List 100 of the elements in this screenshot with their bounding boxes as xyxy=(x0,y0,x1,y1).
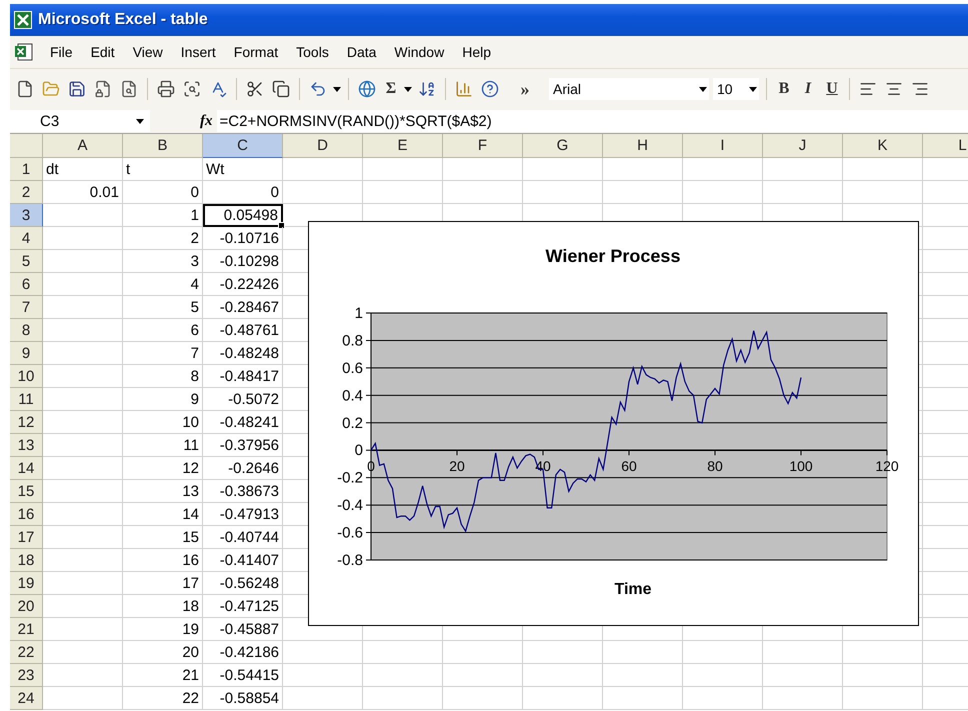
row-header[interactable]: 7 xyxy=(10,296,43,319)
row-header[interactable]: 21 xyxy=(10,618,43,641)
caret-icon[interactable] xyxy=(333,86,341,92)
row-header[interactable]: 6 xyxy=(10,273,43,296)
table-cell[interactable]: 13 xyxy=(123,480,203,503)
row-header[interactable]: 24 xyxy=(10,687,43,710)
globe-icon[interactable] xyxy=(356,78,378,100)
table-cell[interactable]: 21 xyxy=(123,664,203,687)
table-cell[interactable]: -0.2646 xyxy=(203,457,283,480)
column-header[interactable]: A xyxy=(43,134,123,158)
table-cell[interactable]: -0.56248 xyxy=(203,572,283,595)
font-field[interactable]: Arial xyxy=(549,78,709,100)
table-cell[interactable]: -0.28467 xyxy=(203,296,283,319)
menu-item[interactable]: Tools xyxy=(294,42,331,62)
table-cell[interactable]: 10 xyxy=(123,411,203,434)
column-header[interactable]: B xyxy=(123,134,203,158)
toolbar-overflow-button[interactable]: » xyxy=(505,78,545,100)
column-header[interactable]: I xyxy=(683,134,763,158)
bold-button[interactable]: B xyxy=(774,78,794,100)
table-cell[interactable]: -0.48761 xyxy=(203,319,283,342)
table-cell[interactable]: 7 xyxy=(123,342,203,365)
table-cell[interactable]: 5 xyxy=(123,296,203,319)
table-cell[interactable]: 0 xyxy=(123,181,203,204)
row-header[interactable]: 13 xyxy=(10,434,43,457)
column-header[interactable]: D xyxy=(283,134,363,158)
table-cell[interactable]: -0.41407 xyxy=(203,549,283,572)
column-header[interactable]: E xyxy=(363,134,443,158)
table-cell[interactable]: 0 xyxy=(203,181,283,204)
table-cell[interactable]: 2 xyxy=(123,227,203,250)
column-header[interactable]: H xyxy=(603,134,683,158)
table-cell[interactable]: -0.48241 xyxy=(203,411,283,434)
caret-icon[interactable] xyxy=(749,86,757,92)
autosum-button[interactable]: Σ xyxy=(382,78,400,100)
table-cell[interactable]: -0.45887 xyxy=(203,618,283,641)
row-header[interactable]: 12 xyxy=(10,411,43,434)
row-header[interactable]: 1 xyxy=(10,158,43,181)
table-cell[interactable]: 22 xyxy=(123,687,203,710)
table-cell[interactable]: -0.40744 xyxy=(203,526,283,549)
table-cell[interactable]: -0.42186 xyxy=(203,641,283,664)
row-header[interactable]: 15 xyxy=(10,480,43,503)
column-header[interactable]: F xyxy=(443,134,523,158)
table-cell[interactable]: 19 xyxy=(123,618,203,641)
table-cell[interactable]: 4 xyxy=(123,273,203,296)
caret-icon[interactable] xyxy=(136,118,144,124)
table-cell[interactable]: -0.5072 xyxy=(203,388,283,411)
table-cell[interactable]: 9 xyxy=(123,388,203,411)
table-cell[interactable]: 11 xyxy=(123,434,203,457)
formula-field[interactable]: =C2+NORMSINV(RAND())*SQRT($A$2) xyxy=(216,110,968,132)
table-cell[interactable]: dt xyxy=(43,158,123,181)
column-header[interactable]: J xyxy=(763,134,843,158)
table-cell[interactable]: 8 xyxy=(123,365,203,388)
column-header[interactable]: K xyxy=(843,134,923,158)
row-header[interactable]: 20 xyxy=(10,595,43,618)
table-cell[interactable]: -0.47125 xyxy=(203,595,283,618)
row-header[interactable]: 18 xyxy=(10,549,43,572)
menu-item[interactable]: Window xyxy=(392,42,446,62)
table-cell[interactable]: Wt xyxy=(203,158,283,181)
underline-button[interactable]: U xyxy=(822,78,842,100)
name-box[interactable]: C3 xyxy=(10,110,150,132)
row-header[interactable]: 16 xyxy=(10,503,43,526)
column-header[interactable]: C xyxy=(203,134,283,158)
table-cell[interactable]: 0.01 xyxy=(43,181,123,204)
help-icon[interactable] xyxy=(479,78,501,100)
row-header[interactable]: 11 xyxy=(10,388,43,411)
row-header[interactable]: 8 xyxy=(10,319,43,342)
row-header[interactable]: 23 xyxy=(10,664,43,687)
table-cell[interactable]: -0.10716 xyxy=(203,227,283,250)
table-cell[interactable]: -0.38673 xyxy=(203,480,283,503)
table-cell[interactable]: 15 xyxy=(123,526,203,549)
caret-icon[interactable] xyxy=(404,86,412,92)
table-cell[interactable]: 18 xyxy=(123,595,203,618)
row-header[interactable]: 19 xyxy=(10,572,43,595)
italic-button[interactable]: I xyxy=(798,78,818,100)
column-header[interactable]: G xyxy=(523,134,603,158)
insert-function-button[interactable]: fx xyxy=(200,112,212,130)
table-cell[interactable]: 17 xyxy=(123,572,203,595)
menu-item[interactable]: File xyxy=(48,42,75,62)
table-cell[interactable]: -0.37956 xyxy=(203,434,283,457)
table-cell[interactable]: -0.54415 xyxy=(203,664,283,687)
table-cell[interactable]: -0.22426 xyxy=(203,273,283,296)
menu-item[interactable]: Insert xyxy=(178,42,218,62)
table-cell[interactable]: 14 xyxy=(123,503,203,526)
menu-item[interactable]: Format xyxy=(232,42,280,62)
menu-item[interactable]: Edit xyxy=(88,42,117,62)
row-header[interactable]: 10 xyxy=(10,365,43,388)
row-header[interactable]: 22 xyxy=(10,641,43,664)
table-cell[interactable]: 6 xyxy=(123,319,203,342)
row-header[interactable]: 5 xyxy=(10,250,43,273)
column-header[interactable]: L xyxy=(923,134,968,158)
table-cell[interactable]: 1 xyxy=(123,204,203,227)
font-size-field[interactable]: 10 xyxy=(713,78,759,100)
row-header[interactable]: 2 xyxy=(10,181,43,204)
menu-item[interactable]: Help xyxy=(460,42,493,62)
menu-item[interactable]: Data xyxy=(344,42,378,62)
table-cell[interactable]: -0.58854 xyxy=(203,687,283,710)
table-cell[interactable]: t xyxy=(123,158,203,181)
table-cell[interactable]: -0.10298 xyxy=(203,250,283,273)
table-cell[interactable]: 16 xyxy=(123,549,203,572)
row-header[interactable]: 3 xyxy=(10,204,43,227)
table-cell[interactable]: 3 xyxy=(123,250,203,273)
